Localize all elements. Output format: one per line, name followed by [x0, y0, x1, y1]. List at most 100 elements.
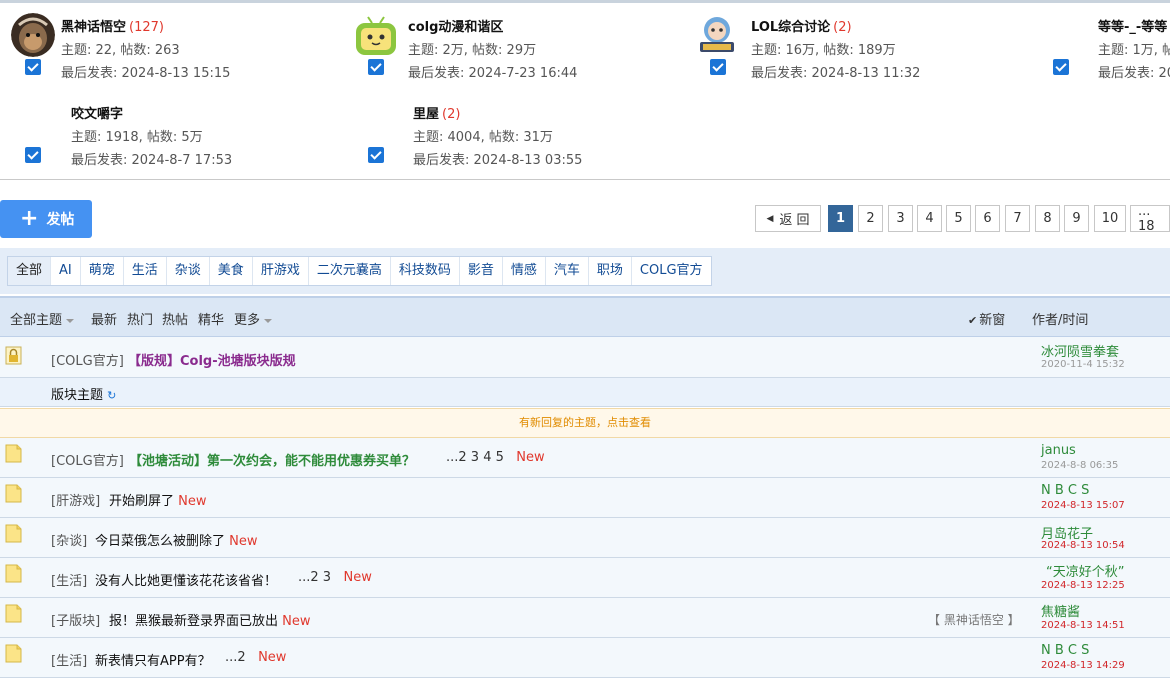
category-colg[interactable]: COLG官方	[632, 257, 711, 285]
category-emotion[interactable]: 情感	[503, 257, 546, 285]
page-5[interactable]: 5	[946, 205, 971, 232]
page-4[interactable]: 4	[917, 205, 942, 232]
thread-pages[interactable]: ...2 New	[225, 650, 286, 665]
category-cars[interactable]: 汽车	[546, 257, 589, 285]
filter-more[interactable]: 更多	[234, 309, 273, 328]
category-acg[interactable]: 二次元嚢高	[309, 257, 391, 285]
forum-stat: 主题: 22, 帖数: 263	[61, 43, 180, 58]
forum-count: (127)	[129, 20, 164, 35]
category-misc[interactable]: 杂谈	[167, 257, 210, 285]
page-3[interactable]: 3	[888, 205, 913, 232]
page-6[interactable]: 6	[975, 205, 1000, 232]
thread-category[interactable]: [COLG官方]	[51, 350, 124, 369]
filter-hot[interactable]: 热门	[127, 309, 153, 328]
forum-name[interactable]: colg动漫和谐区	[408, 16, 503, 35]
caret-down-icon	[66, 318, 75, 323]
thread-row[interactable]: [肝游戏] 开始刷屏了 New N B C S 2024-8-13 15:07	[0, 478, 1170, 518]
thread-author[interactable]: “天凉好个秋”	[1046, 561, 1124, 580]
forum-checkbox[interactable]	[25, 147, 41, 163]
thread-author[interactable]: N B C S	[1041, 483, 1089, 498]
page-last[interactable]: ... 18	[1130, 205, 1170, 232]
thread-title[interactable]: 【版规】Colg-池塘版块版规	[128, 350, 296, 369]
plus-icon: +	[20, 206, 39, 231]
thread-row[interactable]: [生活] 没有人比她更懂该花花该省省！ ...2 3 New “天凉好个秋” 2…	[0, 558, 1170, 598]
category-tech[interactable]: 科技数码	[391, 257, 460, 285]
thread-title[interactable]: 没有人比她更懂该花花该省省！	[95, 570, 277, 589]
forum-name[interactable]: LOL综合讨论 (2)	[751, 16, 852, 35]
page-9[interactable]: 9	[1064, 205, 1089, 232]
thread-title[interactable]: 【池塘活动】第一次约会，能不能用优惠券买单？	[129, 450, 415, 469]
category-tabs: 全部 AI 萌宠 生活 杂谈 美食 肝游戏 二次元嚢高 科技数码 影音 情感 汽…	[7, 256, 712, 286]
forum-name[interactable]: 等等-_-等等	[1098, 16, 1167, 35]
forum-checkbox[interactable]	[710, 59, 726, 75]
thread-pages[interactable]: ...2 3 4 5 New	[446, 450, 545, 465]
thread-title[interactable]: 今日菜俄怎么被删除了 New	[95, 530, 258, 549]
thread-pages[interactable]: ...2 3 New	[298, 570, 372, 585]
filter-digest[interactable]: 精华	[198, 309, 224, 328]
category-games[interactable]: 肝游戏	[253, 257, 309, 285]
forum-checkbox[interactable]	[25, 59, 41, 75]
category-life[interactable]: 生活	[124, 257, 167, 285]
page-7[interactable]: 7	[1005, 205, 1030, 232]
forum-stat: 主题: 1918, 帖数: 5万	[71, 130, 203, 145]
thread-time: 2020-11-4 15:32	[1041, 359, 1125, 370]
forum-stat: 主题: 1万, 帖数	[1098, 43, 1170, 58]
thread-author[interactable]: 冰河陨雪拳套	[1041, 341, 1119, 360]
thread-category[interactable]: [肝游戏]	[51, 490, 100, 509]
thread-row[interactable]: [COLG官方] 【池塘活动】第一次约会，能不能用优惠券买单？ ...2 3 4…	[0, 438, 1170, 478]
section-divider: 版块主题 ↻	[0, 378, 1170, 407]
forum-name[interactable]: 咬文嚼字	[71, 103, 123, 122]
thread-category[interactable]: [杂谈]	[51, 530, 87, 549]
thread-row[interactable]: [生活] 新表情只有APP有？ ...2 New N B C S 2024-8-…	[0, 638, 1170, 678]
thread-source-forum[interactable]: 【 黑神话悟空 】	[928, 611, 1020, 628]
refresh-icon: ↻	[107, 389, 117, 402]
lol-mascot-icon	[697, 14, 737, 56]
forum-count: (2)	[833, 20, 852, 35]
new-badge: New	[343, 570, 372, 585]
page-2[interactable]: 2	[858, 205, 883, 232]
forum-last-post: 最后发表: 2024-8-13 11:32	[751, 66, 921, 81]
back-button[interactable]: ◀ 返 回	[755, 205, 821, 232]
category-work[interactable]: 职场	[589, 257, 632, 285]
new-badge: New	[258, 650, 287, 665]
forum-name[interactable]: 黑神话悟空 (127)	[61, 16, 164, 35]
thread-author[interactable]: 焦糖酱	[1041, 601, 1080, 620]
category-all[interactable]: 全部	[8, 257, 52, 285]
category-media[interactable]: 影音	[460, 257, 503, 285]
thread-row[interactable]: [子版块] 报！黑猴最新登录界面已放出 New 【 黑神话悟空 】 焦糖酱 20…	[0, 598, 1170, 638]
forum-checkbox[interactable]	[368, 147, 384, 163]
section-label[interactable]: 版块主题 ↻	[51, 384, 116, 403]
forum-checkbox[interactable]	[368, 59, 384, 75]
thread-title[interactable]: 新表情只有APP有？	[95, 650, 211, 669]
filter-latest[interactable]: 最新	[91, 309, 117, 328]
thread-author[interactable]: N B C S	[1041, 643, 1089, 658]
thread-category[interactable]: [子版块]	[51, 610, 100, 629]
thread-row[interactable]: [杂谈] 今日菜俄怎么被删除了 New 月岛花子 2024-8-13 10:54	[0, 518, 1170, 558]
new-reply-notice[interactable]: 有新回复的主题，点击查看	[0, 408, 1170, 438]
forum-last-post: 最后发表: 2024-8-13 15:15	[61, 66, 231, 81]
author-time-header: 作者/时间	[1032, 313, 1089, 328]
category-food[interactable]: 美食	[210, 257, 253, 285]
forum-name[interactable]: 里屋 (2)	[413, 103, 460, 122]
category-ai[interactable]: AI	[51, 257, 81, 285]
thread-title[interactable]: 报！黑猴最新登录界面已放出 New	[109, 610, 311, 629]
page-1[interactable]: 1	[828, 205, 853, 232]
filter-all-threads[interactable]: 全部主题	[10, 309, 75, 328]
new-post-button[interactable]: + 发帖	[0, 200, 92, 238]
page-10[interactable]: 10	[1094, 205, 1126, 232]
forum-checkbox[interactable]	[1053, 59, 1069, 75]
thread-category[interactable]: [生活]	[51, 570, 87, 589]
thread-time: 2024-8-8 06:35	[1041, 460, 1119, 471]
thread-category[interactable]: [生活]	[51, 650, 87, 669]
filter-hot-posts[interactable]: 热帖	[162, 309, 188, 328]
new-window-toggle[interactable]: ✔ 新窗	[968, 309, 1005, 328]
category-pets[interactable]: 萌宠	[81, 257, 124, 285]
page-8[interactable]: 8	[1035, 205, 1060, 232]
forum-stat: 主题: 16万, 帖数: 189万	[751, 43, 896, 58]
sticky-thread-row[interactable]: [COLG官方] 【版规】Colg-池塘版块版规 冰河陨雪拳套 2020-11-…	[0, 337, 1170, 378]
thread-author[interactable]: janus	[1041, 443, 1076, 458]
divider	[0, 179, 1170, 180]
thread-category[interactable]: [COLG官方]	[51, 450, 124, 469]
thread-title[interactable]: 开始刷屏了 New	[109, 490, 207, 509]
thread-icon	[5, 484, 22, 503]
